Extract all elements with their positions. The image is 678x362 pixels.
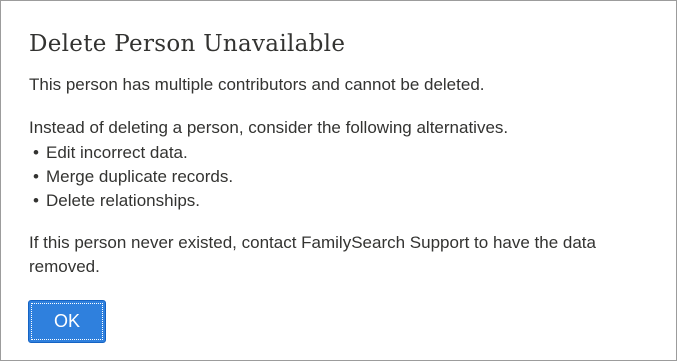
alternative-label: Delete relationships. [46, 191, 201, 210]
alternative-label: Edit incorrect data. [46, 143, 188, 162]
dialog-title: Delete Person Unavailable [29, 31, 346, 57]
alternative-item-merge: • Merge duplicate records. [29, 165, 233, 189]
delete-person-dialog: Delete Person Unavailable This person ha… [0, 0, 677, 361]
bullet-icon: • [33, 167, 39, 186]
alternatives-list: • Edit incorrect data. • Merge duplicate… [29, 141, 233, 213]
ok-button[interactable]: OK [28, 300, 106, 343]
support-message: If this person never existed, contact Fa… [29, 233, 596, 276]
alternative-label: Merge duplicate records. [46, 167, 234, 186]
alternative-item-delete-relationships: • Delete relationships. [29, 189, 233, 213]
alternatives-intro: Instead of deleting a person, consider t… [29, 118, 509, 137]
bullet-icon: • [33, 143, 39, 162]
dialog-message: This person has multiple contributors an… [29, 75, 485, 94]
bullet-icon: • [33, 191, 39, 210]
alternative-item-edit: • Edit incorrect data. [29, 141, 233, 165]
